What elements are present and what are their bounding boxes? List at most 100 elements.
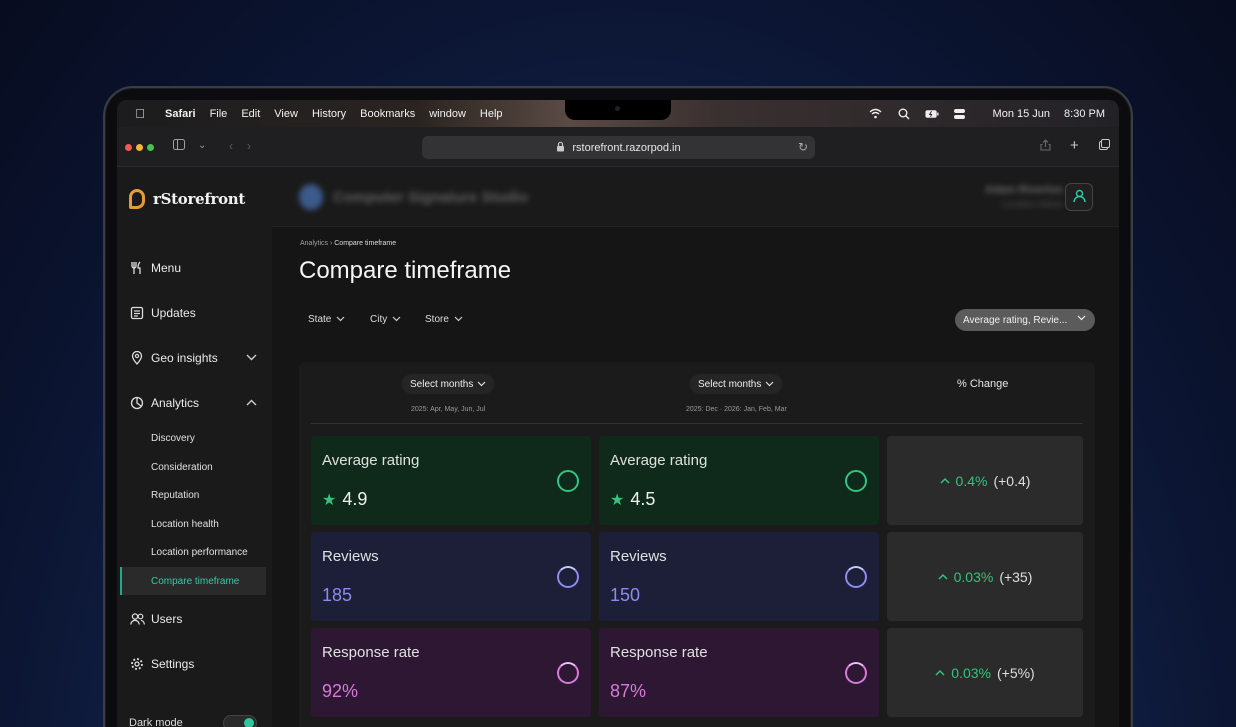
sidebar-toggle-icon[interactable] xyxy=(173,139,185,153)
breadcrumb: Analytics › Compare timeframe xyxy=(300,240,396,247)
period-b-select-label: Select months xyxy=(698,378,762,390)
chevron-down-icon[interactable] xyxy=(246,352,257,364)
state-filter[interactable]: State xyxy=(308,314,345,325)
rating-card-period-a: Average rating ★ 4.9 xyxy=(311,436,591,525)
metrics-select[interactable]: Average rating, Revie... xyxy=(955,309,1095,331)
tab-overview-icon[interactable] xyxy=(1099,139,1110,153)
chevron-down-icon xyxy=(392,314,401,325)
comparison-panel: Select months 2025: Apr, May, Jun, Jul S… xyxy=(299,362,1095,727)
period-b-select[interactable]: Select months xyxy=(690,374,783,394)
reviews-value-a: 185 xyxy=(322,585,353,605)
chevron-down-icon xyxy=(454,314,463,325)
menu-edit[interactable]: Edit xyxy=(241,108,260,120)
new-tab-icon[interactable]: + xyxy=(1070,137,1079,154)
chevron-up-icon[interactable] xyxy=(246,397,257,409)
progress-ring-icon xyxy=(845,470,867,492)
tab-group-chevron-icon[interactable]: ⌄ xyxy=(198,140,206,151)
window-controls xyxy=(125,144,154,151)
sidebar-item-users[interactable]: Users xyxy=(129,611,257,627)
change-percent: 0.03% xyxy=(953,568,994,585)
card-label: Response rate xyxy=(610,644,708,661)
forward-icon[interactable]: › xyxy=(247,139,251,153)
card-label: Average rating xyxy=(322,452,420,469)
reviews-value-b: 150 xyxy=(610,585,641,605)
menu-help[interactable]: Help xyxy=(480,108,503,120)
sidebar-item-label: Updates xyxy=(151,306,196,320)
url-text[interactable]: rstorefront.razorpod.in xyxy=(572,142,680,154)
card-label: Reviews xyxy=(610,548,667,565)
menu-view[interactable]: View xyxy=(274,108,298,120)
control-center-icon[interactable] xyxy=(953,108,967,120)
reload-icon[interactable]: ↻ xyxy=(798,140,808,154)
breadcrumb-current: Compare timeframe xyxy=(334,240,397,247)
logo-text: rStorefront xyxy=(153,190,246,208)
change-percent: 0.03% xyxy=(951,664,991,681)
address-bar[interactable]: rstorefront.razorpod.in ↻ xyxy=(422,136,815,159)
sidebar-item-settings[interactable]: Settings xyxy=(129,656,257,672)
city-filter[interactable]: City xyxy=(370,314,401,325)
back-icon[interactable]: ‹ xyxy=(229,139,233,153)
user-info[interactable]: Adam Riverton Location Admin xyxy=(985,184,1063,209)
breadcrumb-root[interactable]: Analytics xyxy=(300,240,328,247)
card-value: ★ 4.5 xyxy=(610,489,655,510)
utensils-icon xyxy=(129,260,145,276)
sidebar-subitem-reputation[interactable]: Reputation xyxy=(151,490,199,501)
user-name: Adam Riverton xyxy=(985,184,1064,196)
business-name: Computer Signature Studio xyxy=(333,188,528,206)
menu-bookmarks[interactable]: Bookmarks xyxy=(360,108,415,120)
browser-toolbar: ⌄ ‹ › rstorefront.razorpod.in ↻ + xyxy=(117,127,1119,167)
sidebar-subitem-discovery[interactable]: Discovery xyxy=(151,433,195,444)
reviews-change: 0.03% (+35) xyxy=(887,532,1083,621)
sidebar-subitem-location-performance[interactable]: Location performance xyxy=(151,547,248,558)
card-value: ★ 4.9 xyxy=(322,489,367,510)
camera-notch xyxy=(565,100,671,120)
card-label: Average rating xyxy=(610,452,708,469)
spotlight-search-icon[interactable] xyxy=(897,108,911,120)
rating-change: 0.4% (+0.4) xyxy=(887,436,1083,525)
sidebar-item-geo-insights[interactable]: Geo insights xyxy=(129,350,257,366)
star-icon: ★ xyxy=(610,491,625,509)
rating-value-a: 4.9 xyxy=(342,489,368,509)
dark-mode-toggle[interactable] xyxy=(223,715,257,727)
logo-mark-icon xyxy=(129,189,145,209)
map-pin-icon xyxy=(129,350,145,366)
sidebar-item-label: Users xyxy=(151,612,183,626)
menubar-app-name[interactable]: Safari xyxy=(165,108,196,120)
progress-ring-icon xyxy=(557,566,579,588)
minimize-window-button[interactable] xyxy=(136,144,143,151)
period-a-range: 2025: Apr, May, Jun, Jul xyxy=(411,406,486,413)
battery-icon[interactable] xyxy=(925,108,939,120)
menu-history[interactable]: History xyxy=(312,108,346,120)
period-a-select[interactable]: Select months xyxy=(402,374,495,394)
sidebar-item-label: Analytics xyxy=(151,396,200,410)
sidebar-subitem-location-health[interactable]: Location health xyxy=(151,519,219,530)
menubar-date[interactable]: Mon 15 Jun xyxy=(993,108,1050,120)
store-filter[interactable]: Store xyxy=(425,314,463,325)
logo[interactable]: rStorefront xyxy=(129,189,245,209)
card-value: 185 xyxy=(322,585,352,606)
share-icon[interactable] xyxy=(1040,139,1051,154)
menubar-time[interactable]: 8:30 PM xyxy=(1064,108,1105,120)
rating-card-period-b: Average rating ★ 4.5 xyxy=(599,436,879,525)
sidebar-item-updates[interactable]: Updates xyxy=(129,305,257,321)
card-value: 92% xyxy=(322,681,358,702)
business-brand[interactable]: Computer Signature Studio xyxy=(299,184,528,210)
chevron-down-icon xyxy=(1077,313,1086,324)
apple-icon[interactable]:  xyxy=(133,106,147,121)
zoom-window-button[interactable] xyxy=(147,144,154,151)
sidebar-item-analytics[interactable]: Analytics xyxy=(129,395,257,411)
change-absolute: (+5%) xyxy=(996,664,1035,681)
menu-window[interactable]: window xyxy=(429,108,466,120)
rating-value-b: 4.5 xyxy=(630,489,656,509)
sidebar-item-menu[interactable]: Menu xyxy=(129,260,257,276)
reviews-card-period-a: Reviews 185 xyxy=(311,532,591,621)
card-value: 150 xyxy=(610,585,640,606)
sidebar-item-label: Menu xyxy=(151,261,182,275)
close-window-button[interactable] xyxy=(125,144,132,151)
app: rStorefront Menu Updates Geo insights An… xyxy=(117,167,1119,727)
menu-file[interactable]: File xyxy=(210,108,228,120)
profile-button[interactable] xyxy=(1065,183,1093,211)
sidebar-subitem-consideration[interactable]: Consideration xyxy=(151,462,213,473)
wifi-icon[interactable] xyxy=(869,108,883,120)
change-absolute: (+35) xyxy=(999,568,1033,585)
